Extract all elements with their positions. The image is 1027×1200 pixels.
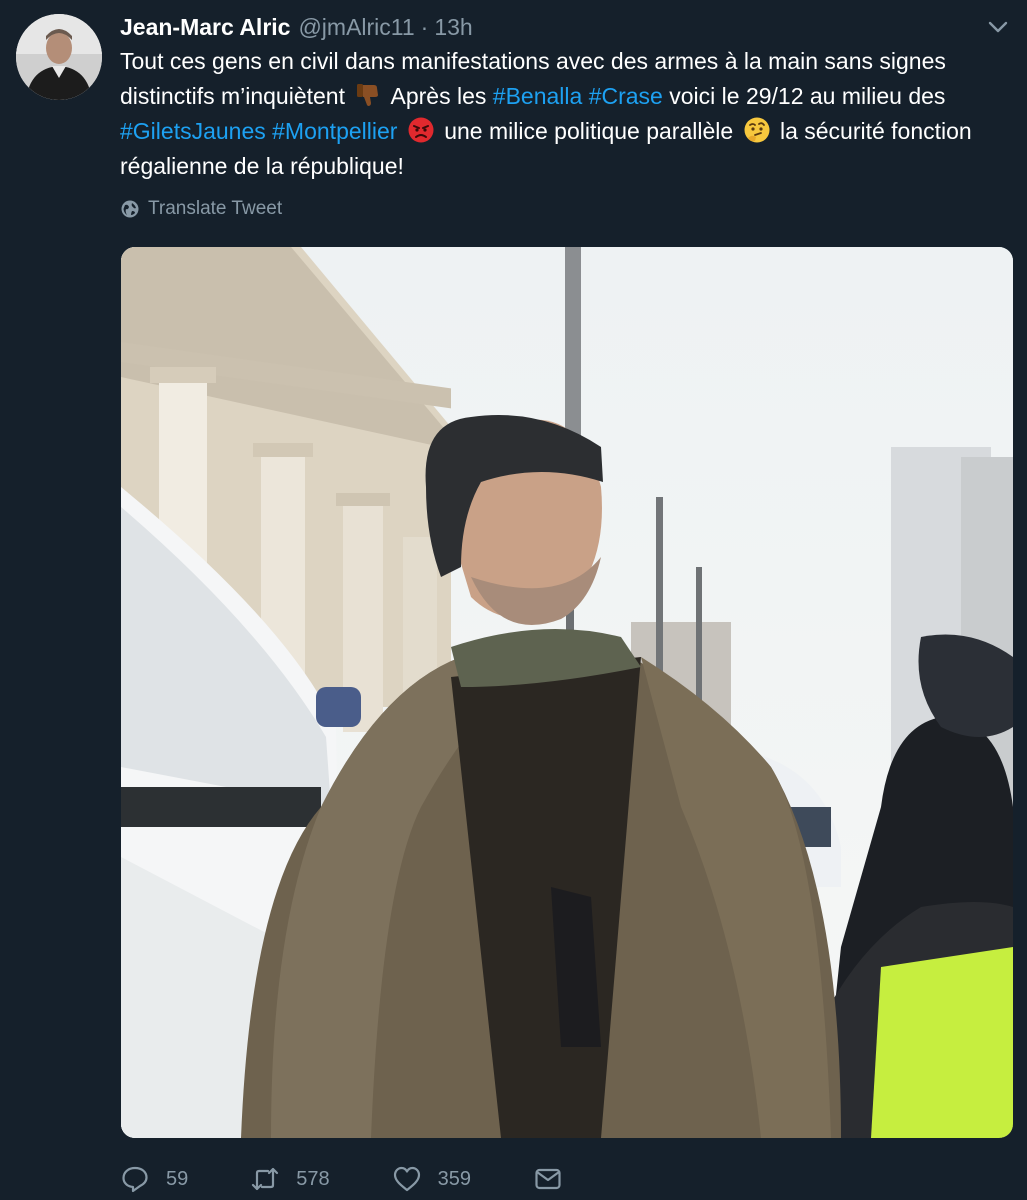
retweet-count: 578 xyxy=(296,1167,330,1190)
translate-label: Translate Tweet xyxy=(148,198,283,219)
like-button[interactable]: 359 xyxy=(392,1164,471,1194)
hashtag-link[interactable]: #Benalla xyxy=(493,83,583,109)
tweet-photo[interactable] xyxy=(121,247,1013,1138)
timestamp[interactable]: 13h xyxy=(434,14,472,41)
thumbs-down-icon xyxy=(357,84,379,106)
hashtag-link[interactable]: #GiletsJaunes xyxy=(120,118,266,144)
chevron-down-icon[interactable] xyxy=(987,16,1009,38)
text-segment: voici le 29/12 au milieu des xyxy=(662,83,946,109)
display-name[interactable]: Jean-Marc Alric xyxy=(120,14,290,41)
angry-face-icon xyxy=(408,117,434,143)
reply-count: 59 xyxy=(166,1167,189,1190)
user-handle[interactable]: @jmAlric11 xyxy=(298,14,414,41)
retweet-button[interactable]: 578 xyxy=(250,1164,330,1194)
hashtag-link[interactable]: #Montpellier xyxy=(272,118,397,144)
like-count: 359 xyxy=(437,1167,471,1190)
photo-image xyxy=(121,247,1013,1138)
avatar[interactable] xyxy=(16,14,102,100)
hashtag-link[interactable]: #Crase xyxy=(589,83,663,109)
reply-button[interactable]: 59 xyxy=(120,1164,188,1194)
tweet-text: Tout ces gens en civil dans manifestatio… xyxy=(120,44,1015,184)
reply-icon xyxy=(122,1166,148,1193)
tweet-actions: 59 578 359 xyxy=(120,1158,641,1200)
envelope-icon xyxy=(535,1168,561,1190)
direct-message-button[interactable] xyxy=(533,1164,579,1194)
heart-icon xyxy=(393,1166,420,1192)
separator-dot: · xyxy=(420,13,429,40)
globe-icon xyxy=(121,200,139,218)
translate-tweet-button[interactable]: Translate Tweet xyxy=(120,198,282,220)
thinking-face-icon xyxy=(744,117,770,143)
text-segment: une milice politique parallèle xyxy=(437,118,740,144)
text-segment: Après les xyxy=(385,83,493,109)
tweet-header: Jean-Marc Alric @jmAlric11 · 13h xyxy=(120,10,1007,44)
avatar-image xyxy=(16,14,102,100)
retweet-icon xyxy=(252,1167,279,1191)
